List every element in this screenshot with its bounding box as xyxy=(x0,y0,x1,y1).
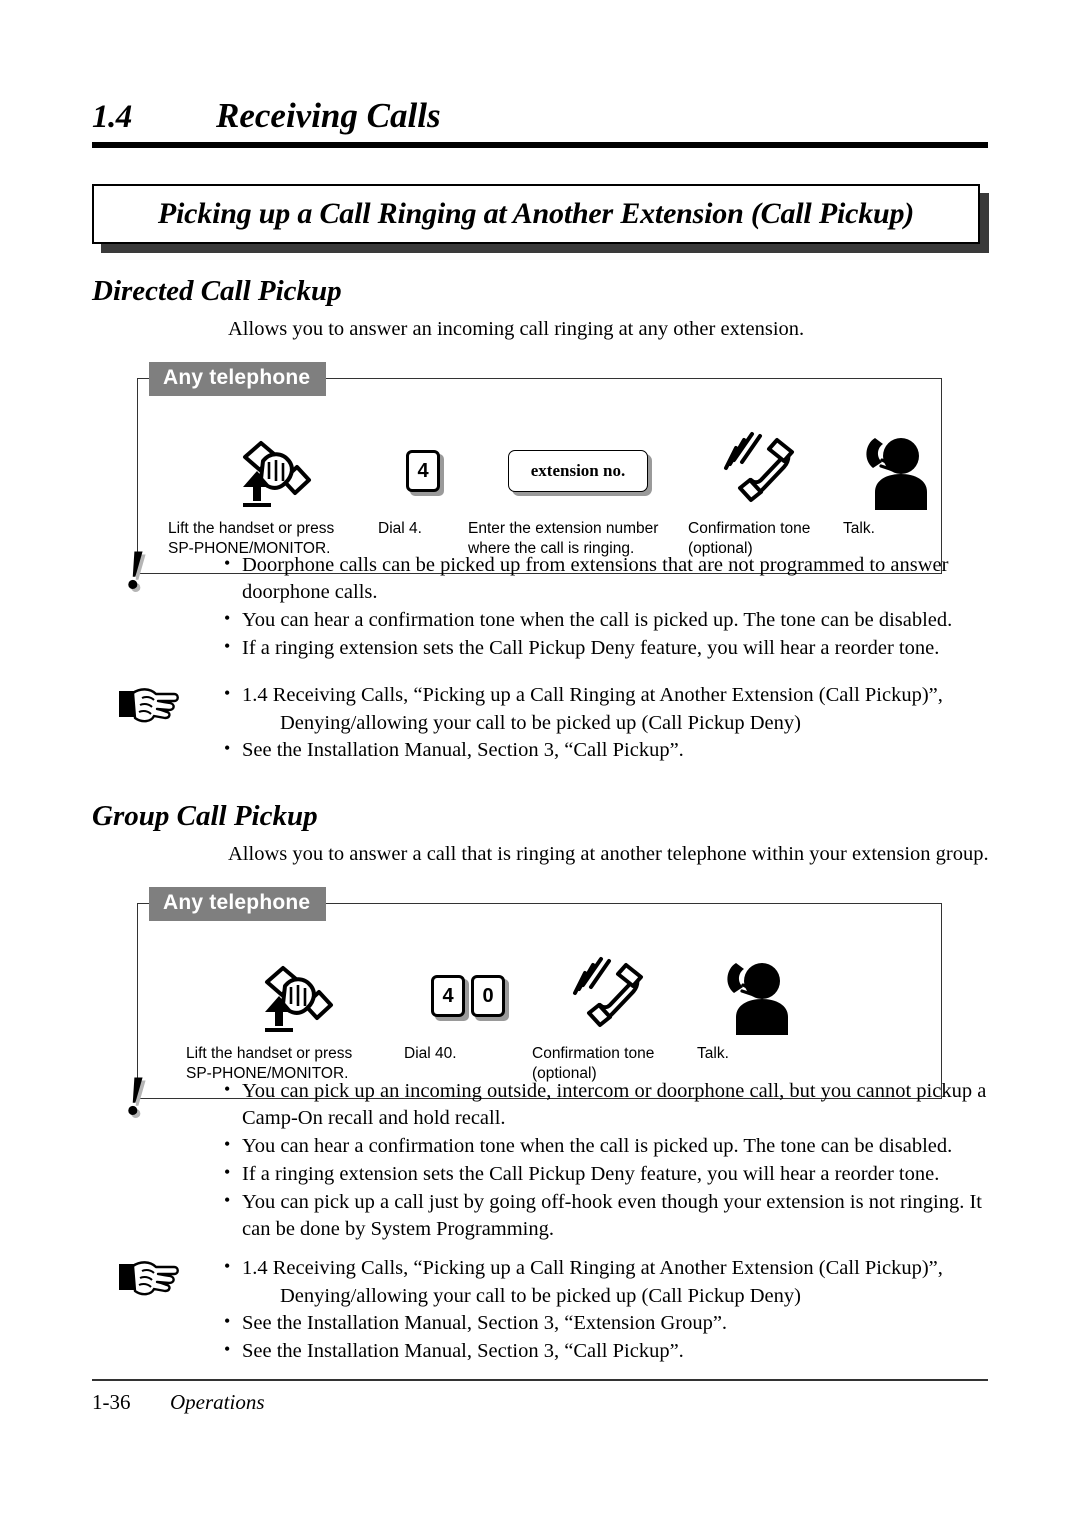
reference-list: 1.4 Receiving Calls, “Picking up a Call … xyxy=(222,1255,992,1366)
extension-number-box-label: extension no. xyxy=(508,450,648,492)
section-title: Receiving Calls xyxy=(216,96,441,135)
step-talk: Talk. xyxy=(843,431,938,539)
caution-item: You can pick up an incoming outside, int… xyxy=(222,1078,992,1132)
procedure-frame: Lift the handset or press SP-PHONE/MONIT… xyxy=(137,903,942,1099)
step-enter-extension: extension no. Enter the extension number… xyxy=(468,431,688,559)
talking-person-icon xyxy=(697,956,807,1036)
step-label: Dial 4. xyxy=(378,520,422,537)
extension-number-box-icon: extension no. xyxy=(468,431,688,511)
footer: 1-36 Operations xyxy=(92,1390,265,1415)
step-lift-handset: Lift the handset or press SP-PHONE/MONIT… xyxy=(186,956,404,1084)
ringing-handset-icon xyxy=(688,431,843,511)
lift-handset-icon xyxy=(168,431,378,511)
subsection-heading-directed: Directed Call Pickup xyxy=(92,275,342,307)
section-number: 1.4 xyxy=(92,99,132,135)
lift-handset-icon xyxy=(186,956,404,1036)
keypad-icon: 4 xyxy=(378,431,468,511)
step-talk: Talk. xyxy=(697,956,807,1064)
pointing-hand-icon xyxy=(110,1255,182,1315)
reference-item: See the Installation Manual, Section 3, … xyxy=(222,1310,992,1337)
procedure-steps: Lift the handset or press SP-PHONE/MONIT… xyxy=(138,379,941,573)
feature-title-box: Picking up a Call Ringing at Another Ext… xyxy=(92,184,980,244)
keypad-key-label: 4 xyxy=(406,450,440,492)
talking-person-icon xyxy=(843,431,938,511)
document-page: 1.4 Receiving Calls Picking up a Call Ri… xyxy=(0,0,1080,1528)
keypad-key: 0 xyxy=(471,975,509,1021)
step-confirmation-tone: Confirmation tone (optional) xyxy=(688,431,843,559)
caution-item: If a ringing extension sets the Call Pic… xyxy=(222,635,992,662)
procedure-tab-label: Any telephone xyxy=(149,362,327,396)
footer-divider xyxy=(92,1379,988,1381)
caution-item: You can pick up a call just by going off… xyxy=(222,1189,992,1243)
section-divider xyxy=(92,142,988,148)
step-label: Dial 40. xyxy=(404,1045,457,1062)
keypad-key: 4 xyxy=(431,975,469,1021)
step-dial: 4 Dial 4. xyxy=(378,431,468,539)
reference-sub-item: Denying/allowing your call to be picked … xyxy=(280,712,801,735)
caution-item: If a ringing extension sets the Call Pic… xyxy=(222,1161,992,1188)
extension-number-box: extension no. xyxy=(508,450,652,496)
step-label: Talk. xyxy=(697,1045,729,1062)
caution-list: Doorphone calls can be picked up from ex… xyxy=(222,552,992,663)
reference-item: See the Installation Manual, Section 3, … xyxy=(222,737,992,764)
reference-item: 1.4 Receiving Calls, “Picking up a Call … xyxy=(222,1255,992,1282)
exclamation-icon: ! xyxy=(124,1065,146,1127)
procedure-tab-label: Any telephone xyxy=(149,887,327,921)
footer-label: Operations xyxy=(170,1390,265,1414)
caution-list: You can pick up an incoming outside, int… xyxy=(222,1078,992,1244)
keypad-key: 4 xyxy=(406,450,444,496)
keypad-icon: 4 0 xyxy=(404,956,532,1036)
keypad-key-label: 0 xyxy=(471,975,505,1017)
ringing-handset-icon xyxy=(532,956,697,1036)
reference-item: 1.4 Receiving Calls, “Picking up a Call … xyxy=(222,682,992,709)
section-header: 1.4 Receiving Calls xyxy=(92,96,988,148)
reference-item: See the Installation Manual, Section 3, … xyxy=(222,1338,992,1365)
footer-page-number: 1-36 xyxy=(92,1390,131,1414)
feature-title-banner: Picking up a Call Ringing at Another Ext… xyxy=(92,184,989,253)
reference-sub-item: Denying/allowing your call to be picked … xyxy=(280,1285,801,1308)
step-lift-handset: Lift the handset or press SP-PHONE/MONIT… xyxy=(168,431,378,559)
step-label: Talk. xyxy=(843,520,875,537)
subsection-description-group: Allows you to answer a call that is ring… xyxy=(228,843,989,865)
keypad-key-label: 4 xyxy=(431,975,465,1017)
caution-item: You can hear a confirmation tone when th… xyxy=(222,607,992,634)
procedure-frame: Lift the handset or press SP-PHONE/MONIT… xyxy=(137,378,942,574)
reference-list: 1.4 Receiving Calls, “Picking up a Call … xyxy=(222,682,992,765)
subsection-description-directed: Allows you to answer an incoming call ri… xyxy=(228,318,805,340)
feature-title-text: Picking up a Call Ringing at Another Ext… xyxy=(157,197,915,230)
caution-item: You can hear a confirmation tone when th… xyxy=(222,1133,992,1160)
procedure-steps: Lift the handset or press SP-PHONE/MONIT… xyxy=(138,904,941,1098)
step-dial: 4 0 Dial 40. xyxy=(404,956,532,1064)
step-confirmation-tone: Confirmation tone (optional) xyxy=(532,956,697,1084)
pointing-hand-icon xyxy=(110,682,182,742)
caution-item: Doorphone calls can be picked up from ex… xyxy=(222,552,992,606)
subsection-heading-group: Group Call Pickup xyxy=(92,800,318,832)
exclamation-icon: ! xyxy=(124,539,146,601)
